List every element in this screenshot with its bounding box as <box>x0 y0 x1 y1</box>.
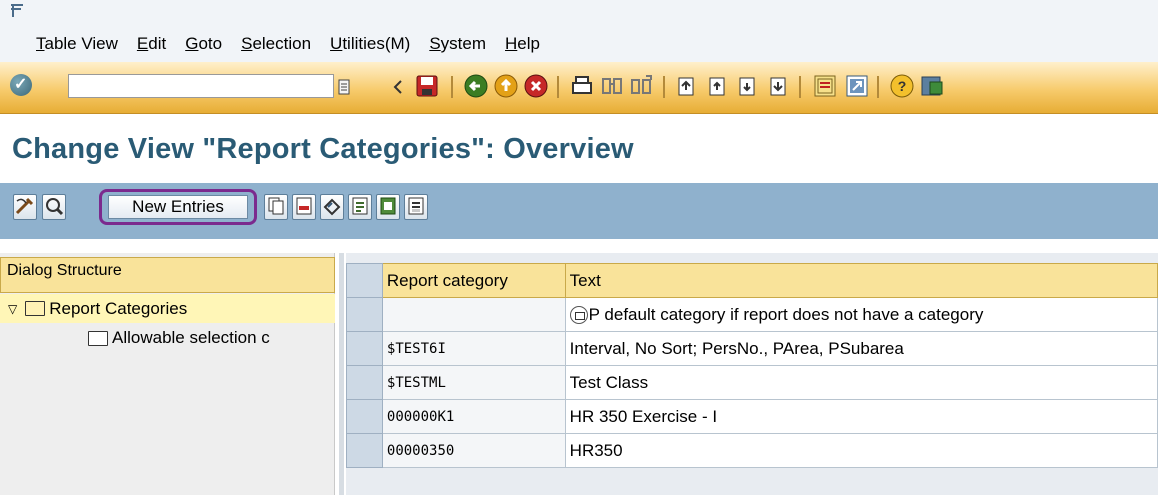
delete-icon[interactable] <box>292 194 316 220</box>
enter-icon[interactable] <box>10 74 32 96</box>
find-icon[interactable] <box>42 194 66 220</box>
previous-page-icon[interactable] <box>706 74 730 98</box>
text-cell[interactable]: Test Class <box>564 365 1158 400</box>
menu-item-utilities-m[interactable]: Utilities(M) <box>330 34 410 54</box>
row-selector[interactable] <box>346 297 383 332</box>
select-block-icon[interactable] <box>376 194 400 220</box>
command-field[interactable] <box>68 74 334 98</box>
deselect-all-icon[interactable] <box>404 194 428 220</box>
undo-change-icon[interactable] <box>320 194 344 220</box>
first-page-icon[interactable] <box>676 74 700 98</box>
menu-item-system[interactable]: System <box>429 34 486 54</box>
select-all-icon[interactable] <box>348 194 372 220</box>
svg-text:?: ? <box>898 78 907 94</box>
text-cell[interactable]: HR 350 Exercise - I <box>564 399 1158 434</box>
row-selector[interactable] <box>346 399 383 434</box>
page-title: Change View "Report Categories": Overvie… <box>12 133 634 165</box>
table-row: 000000K1 HR 350 Exercise - I <box>346 399 1158 434</box>
tree-item-label: Allowable selection c <box>112 328 270 347</box>
collapse-arrow-icon[interactable] <box>392 78 404 96</box>
exit-icon[interactable] <box>494 74 518 98</box>
row-selector[interactable] <box>346 433 383 468</box>
find-icon[interactable] <box>600 74 624 98</box>
table-row: $TESTML Test Class <box>346 365 1158 400</box>
menu-item-edit[interactable]: Edit <box>137 34 166 54</box>
row-selector[interactable] <box>346 365 383 400</box>
folder-icon <box>88 330 108 346</box>
text-cell[interactable]: P default category if report does not ha… <box>564 297 1158 332</box>
command-field-history-icon[interactable] <box>337 78 351 96</box>
find-next-icon[interactable] <box>630 74 654 98</box>
tree-item-allowable-selection[interactable]: Allowable selection c <box>88 328 270 348</box>
copy-as-icon[interactable] <box>264 194 288 220</box>
menu-bar: Table View Edit Goto Selection Utilities(M) S… <box>0 0 1158 62</box>
standard-toolbar: ? <box>0 62 1158 114</box>
print-icon[interactable] <box>570 74 594 98</box>
table-area: Report category Text P default category … <box>346 253 1158 495</box>
menu-items: Table View Edit Goto Selection Utilities(M) S… <box>36 34 559 54</box>
select-all-rows-button[interactable] <box>346 263 383 298</box>
text-cell[interactable]: Interval, No Sort; PersNo., PArea, PSuba… <box>564 331 1158 366</box>
category-cell[interactable]: 00000350 <box>381 433 566 468</box>
shortcut-icon[interactable] <box>845 74 869 98</box>
menu-item-goto[interactable]: Goto <box>185 34 222 54</box>
last-page-icon[interactable] <box>766 74 790 98</box>
splitter[interactable] <box>339 253 344 495</box>
new-entries-button[interactable]: New Entries <box>108 195 248 219</box>
help-icon[interactable]: ? <box>890 74 914 98</box>
next-page-icon[interactable] <box>736 74 760 98</box>
text-cell[interactable]: HR350 <box>564 433 1158 468</box>
table-row: P default category if report does not ha… <box>346 297 1158 332</box>
new-entries-highlight: New Entries <box>99 189 257 225</box>
category-cell[interactable]: $TEST6I <box>381 331 566 366</box>
table-row: 00000350 HR350 <box>346 433 1158 468</box>
tree-item-label: Report Categories <box>49 298 188 318</box>
row-selector[interactable] <box>346 331 383 366</box>
menu-item-table-view[interactable]: Table View <box>36 34 118 54</box>
open-folder-icon <box>25 301 46 316</box>
dialog-structure-header: Dialog Structure <box>0 257 335 293</box>
long-text-icon[interactable] <box>569 306 588 325</box>
expanded-triangle-icon[interactable]: ▽ <box>8 302 17 316</box>
table-header-row: Report category Text <box>346 263 1158 298</box>
sap-menu-icon[interactable] <box>8 2 26 20</box>
column-header-report-category[interactable]: Report category <box>381 263 566 298</box>
dialog-structure-panel: Dialog Structure ▽ Report Categories All… <box>0 253 335 495</box>
new-session-icon[interactable] <box>813 74 837 98</box>
column-header-text[interactable]: Text <box>564 263 1158 298</box>
cancel-icon[interactable] <box>524 74 548 98</box>
layout-menu-icon[interactable] <box>920 74 944 98</box>
tree-item-report-categories[interactable]: ▽ Report Categories <box>0 294 335 323</box>
menu-item-help[interactable]: Help <box>505 34 540 54</box>
save-icon[interactable] <box>415 74 439 98</box>
display-change-icon[interactable] <box>13 194 37 220</box>
category-cell[interactable]: $TESTML <box>381 365 566 400</box>
category-cell[interactable]: 000000K1 <box>381 399 566 434</box>
table-row: $TEST6I Interval, No Sort; PersNo., PAre… <box>346 331 1158 366</box>
menu-item-selection[interactable]: Selection <box>241 34 311 54</box>
text-cell-value: P default category if report does not ha… <box>588 304 984 324</box>
back-icon[interactable] <box>464 74 488 98</box>
category-cell[interactable] <box>381 297 566 332</box>
application-toolbar: New Entries <box>0 183 1158 239</box>
report-categories-table: Report category Text P default category … <box>346 263 1158 468</box>
